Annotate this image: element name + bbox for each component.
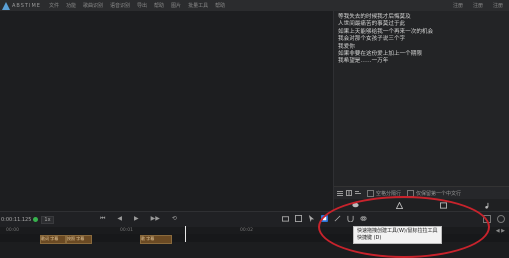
checkbox-box[interactable] [407,189,415,197]
magnet-icon[interactable] [347,215,354,222]
video-preview[interactable] [0,11,333,211]
window-link-2[interactable]: 注册 [473,2,483,9]
play-icon[interactable]: ▶ [134,215,139,223]
lyric-line: 我会对那个女孩子说三个字 [338,36,406,43]
tool-tooltip: 快速拖拽创建工具(W)/鼠标拉拉工具 快捷键 (D) [353,226,442,244]
timecode-display[interactable]: 0:00:11.125 [1,217,31,223]
ruler-mark: 00:02 [240,228,253,233]
menu-item-function[interactable]: 功能 [66,2,76,9]
chat-icon[interactable] [352,202,359,209]
lyrics-toolbar: 空格分隔行 仅保留第一个中文行 [334,186,509,199]
menu-item-export[interactable]: 导出 [137,2,147,9]
space-split-checkbox[interactable]: 空格分隔行 [367,189,402,197]
window-link-3[interactable]: 注册 [493,2,503,9]
playhead[interactable] [185,226,186,242]
menu-item-batch[interactable]: 批量工具 [188,2,208,9]
app-window: ABSTIME 文件 功能 歌曲识别 语音识别 导出 帮助 图片 批量工具 帮助… [0,0,509,258]
camera-icon[interactable] [282,215,289,222]
menu-bar: ABSTIME 文件 功能 歌曲识别 语音识别 导出 帮助 图片 批量工具 帮助… [0,0,509,11]
split-tool-icon[interactable] [334,215,341,222]
menu-item-speech[interactable]: 语音识别 [110,2,130,9]
timeline-tools [282,215,373,222]
loop-icon[interactable]: ⟲ [172,215,177,223]
app-logo: ABSTIME [2,1,41,10]
image-icon[interactable] [439,201,447,209]
ruler-mark: 00:00 [6,228,19,233]
timeline-scroll-controls[interactable]: ◀ ▶ [496,228,505,234]
menu-item-file[interactable]: 文件 [49,2,59,9]
chinese-only-checkbox[interactable]: 仅保留第一个中文行 [407,189,462,197]
checkbox-label: 仅保留第一个中文行 [416,190,462,197]
skip-back-icon[interactable]: ⏮ [100,215,105,223]
link-icon[interactable] [360,215,367,222]
rewind-icon[interactable]: ◀ [117,215,122,223]
lyric-line: 人世间最痛苦的事莫过于此 [338,21,406,28]
zoom-select[interactable]: 1x [41,215,54,224]
music-icon[interactable] [484,202,491,209]
menu-item-help[interactable]: 帮助 [154,2,164,9]
split-icon[interactable] [346,190,352,196]
align-icon[interactable] [355,190,361,196]
lyrics-text[interactable]: 等我失去的时候我才后悔莫及 人世间最痛苦的事莫过于此 如果上天能够给我一个再来一… [338,14,433,66]
app-logo-text: ABSTIME [12,2,41,9]
ruler-mark: 00:01 [120,228,133,233]
pointer-icon[interactable] [308,215,315,222]
font-icon[interactable] [396,201,404,209]
quick-create-tool-icon[interactable] [321,215,328,222]
window-link-1[interactable]: 注册 [453,2,463,9]
panel-tabs [334,199,509,211]
timeline-end-controls [477,215,505,223]
menu-item-song[interactable]: 歌曲识别 [83,2,103,9]
forward-icon[interactable]: ▶▶ [151,215,160,223]
lyrics-panel[interactable]: 等我失去的时候我才后悔莫及 人世间最痛苦的事莫过于此 如果上天能够给我一个再来一… [334,11,509,186]
tooltip-line: 快速拖拽创建工具(W)/鼠标拉拉工具 [357,228,438,234]
checkbox-label: 空格分隔行 [376,190,402,197]
logo-icon [2,1,10,10]
transport-controls: ⏮ ◀ ▶ ▶▶ ⟲ [100,215,189,223]
timeline-toolbar: 0:00:11.125 1x ⏮ ◀ ▶ ▶▶ ⟲ [0,211,509,227]
settings-icon[interactable] [497,215,505,223]
subtitle-clip[interactable]: 歌 字幕 [140,235,172,244]
lyric-line: 我希望是……一万年 [338,58,389,65]
tooltip-line: 快捷键 (D) [357,235,382,241]
lyric-line: 我爱你 [338,43,355,50]
menu-item-image[interactable]: 图片 [171,2,181,9]
status-dot-icon [33,217,39,222]
menu-item-help2[interactable]: 帮助 [215,2,225,9]
checkbox-box[interactable] [367,189,374,197]
grid-icon[interactable] [295,215,302,222]
list-icon[interactable] [337,190,343,196]
zoom-out-icon[interactable] [483,215,491,223]
window-controls: 注册 注册 注册 [443,0,503,11]
subtitle-clip[interactable]: 按照 字幕 [66,235,92,244]
subtitle-clip[interactable]: 歌词 字幕 [40,235,66,244]
